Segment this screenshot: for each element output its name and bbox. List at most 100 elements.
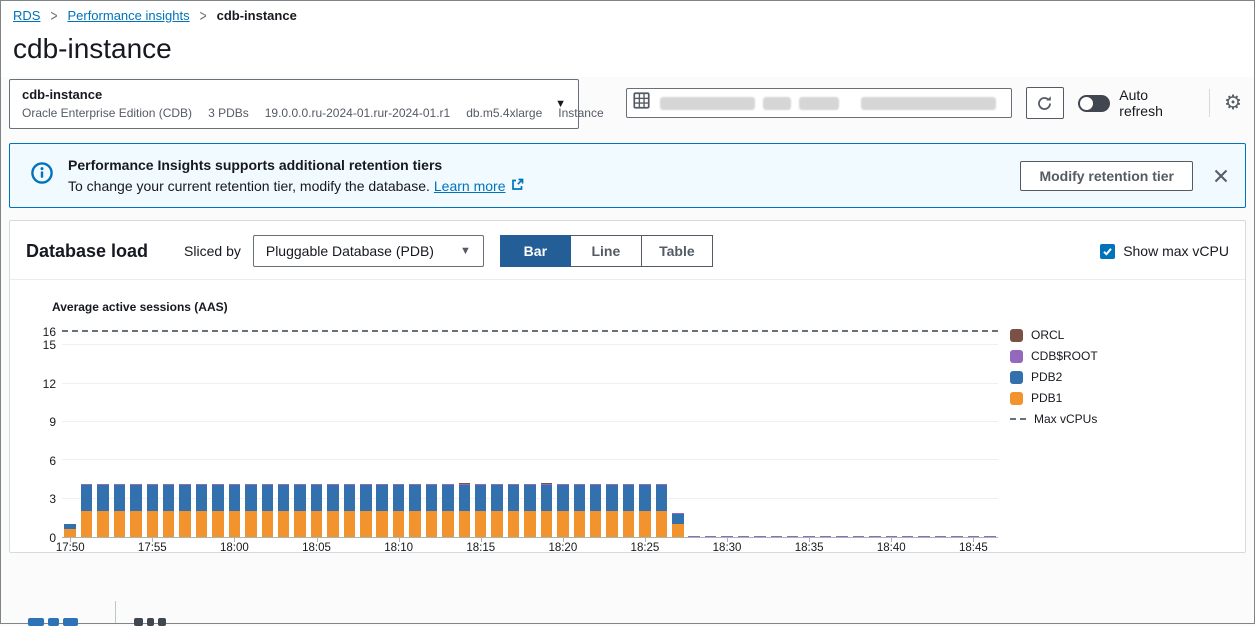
bar-segment-cdbroot[interactable] (656, 484, 667, 485)
bar-segment-pdb2[interactable] (344, 485, 355, 511)
bar-segment-pdb2[interactable] (97, 485, 108, 511)
bar-segment-pdb1[interactable] (393, 511, 404, 537)
bar-segment-cdbroot[interactable] (147, 484, 158, 485)
chart-plot[interactable]: 17:5017:5518:0018:0518:1018:1518:2018:25… (62, 326, 998, 538)
bar-segment-pdb2[interactable] (114, 485, 125, 511)
bar-segment-cdbroot[interactable] (738, 536, 749, 537)
bar-segment-pdb1[interactable] (672, 524, 683, 537)
bar-segment-cdbroot[interactable] (836, 536, 847, 537)
bar-segment-cdbroot[interactable] (163, 484, 174, 485)
bar-segment-pdb1[interactable] (130, 511, 141, 537)
legend-item-maxvcpus[interactable]: Max vCPUs (1010, 412, 1235, 426)
bar-segment-pdb1[interactable] (590, 511, 601, 537)
bar-segment-pdb2[interactable] (639, 485, 650, 511)
bar-segment-pdb1[interactable] (344, 511, 355, 537)
tab-table-view[interactable]: Table (642, 235, 713, 267)
bar-segment-cdbroot[interactable] (245, 484, 256, 485)
gear-icon[interactable]: ⚙ (1224, 93, 1242, 113)
bar-segment-pdb1[interactable] (606, 511, 617, 537)
bar-segment-pdb2[interactable] (245, 485, 256, 511)
bar-segment-pdb1[interactable] (475, 511, 486, 537)
bar-segment-cdbroot[interactable] (721, 536, 732, 537)
bar-segment-cdbroot[interactable] (508, 484, 519, 485)
bar-segment-cdbroot[interactable] (442, 484, 453, 485)
bar-segment-cdbroot[interactable] (705, 536, 716, 537)
bar-segment-pdb1[interactable] (179, 511, 190, 537)
bar-segment-pdb1[interactable] (442, 511, 453, 537)
bar-segment-cdbroot[interactable] (853, 536, 864, 537)
checkbox-checked-icon[interactable] (1100, 244, 1115, 259)
bar-segment-pdb2[interactable] (606, 485, 617, 511)
bar-segment-pdb2[interactable] (262, 485, 273, 511)
bar-segment-pdb2[interactable] (508, 485, 519, 511)
bar-segment-pdb2[interactable] (327, 485, 338, 511)
bar-segment-pdb1[interactable] (360, 511, 371, 537)
show-max-vcpu-checkbox-row[interactable]: Show max vCPU (1100, 243, 1229, 259)
bar-segment-cdbroot[interactable] (344, 484, 355, 485)
legend-item-cdbroot[interactable]: CDB$ROOT (1010, 349, 1235, 363)
time-range-input[interactable] (626, 88, 1012, 118)
bar-segment-pdb1[interactable] (376, 511, 387, 537)
bar-segment-pdb1[interactable] (311, 511, 322, 537)
bar-segment-pdb2[interactable] (557, 485, 568, 511)
bar-segment-pdb1[interactable] (557, 511, 568, 537)
bar-segment-pdb1[interactable] (147, 511, 158, 537)
breadcrumb-link-rds[interactable]: RDS (13, 8, 40, 23)
bar-segment-cdbroot[interactable] (606, 484, 617, 485)
bar-segment-cdbroot[interactable] (688, 536, 699, 537)
bar-segment-cdbroot[interactable] (524, 484, 535, 485)
bar-segment-pdb2[interactable] (590, 485, 601, 511)
legend-item-pdb1[interactable]: PDB1 (1010, 391, 1235, 405)
bar-segment-pdb2[interactable] (278, 485, 289, 511)
bar-segment-pdb2[interactable] (459, 485, 470, 511)
close-icon[interactable] (1213, 168, 1229, 184)
bar-segment-cdbroot[interactable] (179, 484, 190, 485)
bar-segment-pdb2[interactable] (541, 485, 552, 511)
bar-segment-pdb2[interactable] (163, 485, 174, 511)
bar-segment-pdb1[interactable] (508, 511, 519, 537)
bar-segment-pdb2[interactable] (376, 485, 387, 511)
bar-segment-pdb2[interactable] (409, 485, 420, 511)
bar-segment-cdbroot[interactable] (590, 484, 601, 485)
bar-segment-pdb1[interactable] (574, 511, 585, 537)
bar-segment-cdbroot[interactable] (787, 536, 798, 537)
bar-segment-pdb2[interactable] (393, 485, 404, 511)
bar-segment-pdb2[interactable] (574, 485, 585, 511)
bar-segment-cdbroot[interactable] (951, 536, 962, 537)
tab-line-view[interactable]: Line (571, 235, 642, 267)
bar-segment-cdbroot[interactable] (754, 536, 765, 537)
bar-segment-cdbroot[interactable] (311, 484, 322, 485)
bar-segment-cdbroot[interactable] (886, 536, 897, 537)
bar-segment-cdbroot[interactable] (196, 484, 207, 485)
bar-segment-pdb1[interactable] (97, 511, 108, 537)
bar-segment-cdbroot[interactable] (574, 484, 585, 485)
bar-segment-cdbroot[interactable] (935, 536, 946, 537)
bar-segment-pdb1[interactable] (623, 511, 634, 537)
bar-segment-pdb2[interactable] (491, 485, 502, 511)
bar-segment-cdbroot[interactable] (81, 484, 92, 485)
bar-segment-pdb2[interactable] (311, 485, 322, 511)
bar-segment-cdbroot[interactable] (229, 484, 240, 485)
bar-segment-pdb1[interactable] (262, 511, 273, 537)
bar-segment-pdb2[interactable] (524, 485, 535, 511)
bar-segment-pdb2[interactable] (147, 485, 158, 511)
bar-segment-pdb1[interactable] (81, 511, 92, 537)
bar-segment-cdbroot[interactable] (130, 484, 141, 485)
bar-segment-cdbroot[interactable] (475, 484, 486, 485)
bar-segment-orcl[interactable] (459, 483, 470, 484)
bar-segment-orcl[interactable] (541, 483, 552, 484)
bar-segment-pdb1[interactable] (64, 529, 75, 537)
instance-selector-dropdown[interactable]: cdb-instance Oracle Enterprise Edition (… (9, 79, 579, 129)
bar-segment-pdb1[interactable] (229, 511, 240, 537)
bar-segment-pdb1[interactable] (541, 511, 552, 537)
bar-segment-pdb2[interactable] (179, 485, 190, 511)
bar-segment-cdbroot[interactable] (327, 484, 338, 485)
bar-segment-pdb1[interactable] (327, 511, 338, 537)
bar-segment-pdb1[interactable] (524, 511, 535, 537)
tab-bar-view[interactable]: Bar (500, 235, 571, 267)
bar-segment-pdb1[interactable] (196, 511, 207, 537)
refresh-button[interactable] (1026, 87, 1064, 119)
bar-segment-pdb2[interactable] (475, 485, 486, 511)
bar-segment-pdb2[interactable] (360, 485, 371, 511)
bar-segment-cdbroot[interactable] (114, 484, 125, 485)
